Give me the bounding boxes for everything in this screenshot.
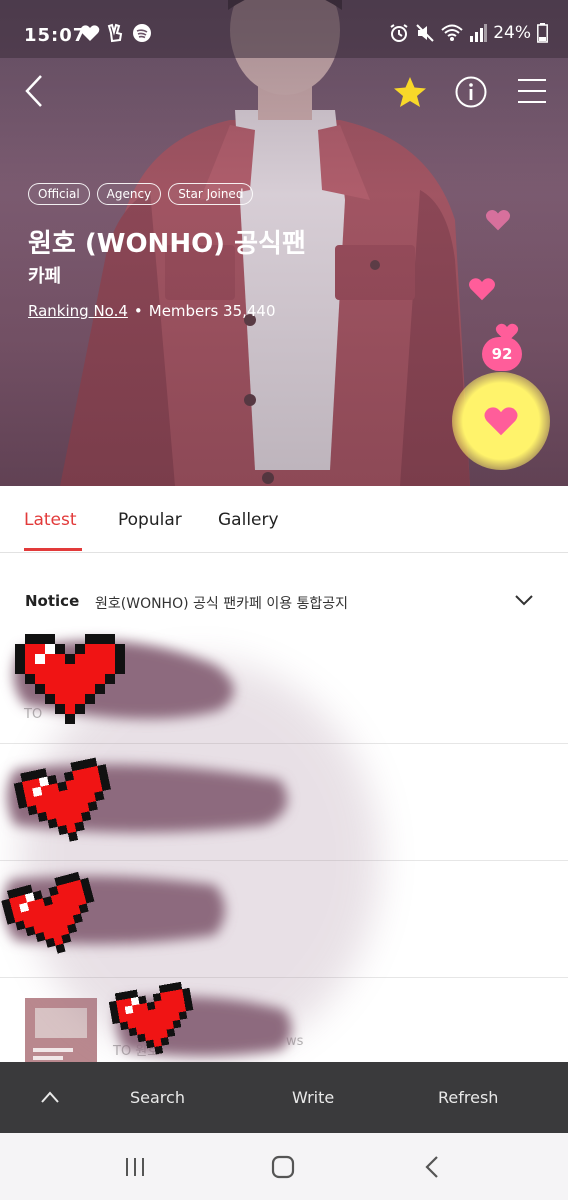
active-tab-indicator xyxy=(24,548,82,551)
battery-icon xyxy=(537,23,548,43)
members-count: Members 35,440 xyxy=(148,302,276,320)
recent-apps-icon[interactable] xyxy=(124,1156,146,1178)
tag-star-joined: Star Joined xyxy=(168,183,254,205)
signal-icon xyxy=(470,24,488,42)
heart-icon xyxy=(484,407,518,436)
status-notification-icons xyxy=(80,23,152,43)
notice-label: Notice xyxy=(25,592,80,610)
status-time: 15:07 xyxy=(24,25,87,46)
post-meta: TO 원호 xyxy=(113,1044,160,1059)
post-meta: TO xyxy=(24,707,43,722)
status-system-icons: 24% xyxy=(389,23,548,43)
tab-popular[interactable]: Popular xyxy=(118,510,182,530)
status-bar: 15:07 24% xyxy=(0,0,568,58)
system-navigation-bar xyxy=(0,1133,568,1200)
cafe-tags: Official Agency Star Joined xyxy=(28,183,254,205)
cafe-subtitle: 카페 xyxy=(28,266,62,287)
search-button[interactable]: Search xyxy=(130,1088,185,1107)
cafe-title: 원호 (WONHO) 공식팬 xyxy=(28,229,306,259)
post-thumbnail xyxy=(25,998,97,1062)
spotify-icon xyxy=(133,24,151,42)
peace-hand-icon xyxy=(107,23,123,43)
stats-separator: • xyxy=(133,302,143,320)
post-item[interactable]: TO xyxy=(0,629,568,744)
chevron-left-icon[interactable] xyxy=(24,74,44,108)
chevron-up-icon[interactable] xyxy=(40,1090,60,1104)
cafe-stats: Ranking No.4 • Members 35,440 xyxy=(28,302,276,320)
write-button[interactable]: Write xyxy=(292,1088,334,1107)
post-item[interactable] xyxy=(0,744,568,861)
heart-icon xyxy=(80,25,100,41)
info-icon[interactable] xyxy=(455,76,487,108)
tag-official: Official xyxy=(28,183,90,205)
like-count-badge: 92 xyxy=(482,337,522,371)
notice-bar[interactable]: Notice 원호(WONHO) 공식 팬카페 이용 통합공지 xyxy=(0,575,568,629)
home-icon[interactable] xyxy=(271,1155,295,1179)
post-item[interactable] xyxy=(0,861,568,978)
tag-agency: Agency xyxy=(96,183,162,205)
cafe-header: 15:07 24% Official Agency Star Joined 원호… xyxy=(0,0,568,486)
floating-heart-icon xyxy=(485,210,511,231)
refresh-button[interactable]: Refresh xyxy=(438,1088,498,1107)
hamburger-menu-icon[interactable] xyxy=(518,78,546,104)
post-meta-right: ws xyxy=(286,1034,304,1049)
like-button[interactable] xyxy=(452,372,550,470)
mute-icon xyxy=(416,24,434,42)
chevron-down-icon[interactable] xyxy=(514,593,534,607)
battery-percentage: 24% xyxy=(493,23,531,43)
thumbnail-image xyxy=(25,998,97,1062)
notice-text: 원호(WONHO) 공식 팬카페 이용 통합공지 xyxy=(95,596,349,612)
tab-latest[interactable]: Latest xyxy=(24,510,77,530)
tab-gallery[interactable]: Gallery xyxy=(218,510,279,530)
ranking-link[interactable]: Ranking No.4 xyxy=(28,302,128,320)
star-icon[interactable] xyxy=(393,76,427,108)
wifi-icon xyxy=(441,24,463,41)
alarm-icon xyxy=(390,24,408,42)
bottom-action-bar: Search Write Refresh xyxy=(0,1062,568,1133)
back-icon[interactable] xyxy=(424,1155,440,1179)
post-item[interactable]: TO 원호 ws xyxy=(0,978,568,1063)
board-tabs: Latest Popular Gallery xyxy=(0,486,568,553)
floating-heart-icon xyxy=(469,278,495,301)
